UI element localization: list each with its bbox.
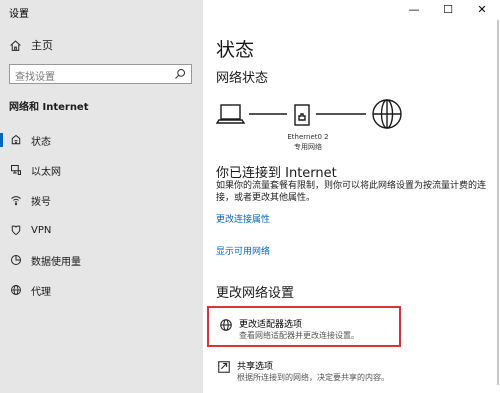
main-panel: — ☐ ✕ 状态 网络状态 Ethernet0 2 专用网络 你已连接到 Int… [203, 0, 500, 393]
sidebar-item-label: 状态 [31, 136, 51, 148]
laptop-icon [216, 104, 246, 124]
sidebar-item-dialup[interactable]: 拨号 [0, 189, 203, 211]
adapter-label: Ethernet0 2 专用网络 [286, 132, 330, 152]
sidebar-home[interactable]: 主页 [9, 36, 53, 54]
ethernet-port-icon [294, 104, 310, 126]
data-usage-icon [10, 254, 22, 266]
sidebar-item-status[interactable]: 状态 [0, 129, 203, 151]
show-networks-link[interactable]: 显示可用网络 [216, 244, 270, 257]
search-box[interactable] [9, 64, 192, 87]
option-title: 共享选项 [237, 362, 274, 372]
sidebar-item-label: 拨号 [31, 196, 51, 208]
sidebar-item-label: 以太网 [31, 166, 61, 178]
minimize-button[interactable]: — [397, 0, 431, 18]
home-wifi-icon [10, 134, 22, 146]
sharing-icon [218, 361, 230, 373]
scrollbar[interactable] [497, 20, 499, 385]
globe-icon [10, 284, 22, 296]
close-button[interactable]: ✕ [465, 0, 499, 18]
connected-title: 你已连接到 Internet [216, 166, 337, 181]
vpn-icon [10, 224, 22, 236]
option-description: 查看网络适配器并更改连接设置。 [239, 331, 359, 340]
maximize-button[interactable]: ☐ [431, 0, 465, 18]
globe-icon [372, 99, 402, 129]
network-status-title: 网络状态 [216, 71, 269, 86]
home-icon [10, 39, 21, 51]
sidebar-item-label: 代理 [31, 286, 51, 298]
adapter-globe-icon [220, 319, 232, 331]
connection-description: 如果你的流量套餐有限制，则你可以将此网络设置为按流量计费的连接，或者更改其他属性… [216, 181, 487, 203]
sidebar-item-data-usage[interactable]: 数据使用量 [0, 249, 203, 271]
network-type: 专用网络 [294, 143, 322, 151]
monitor-network-icon [10, 164, 22, 176]
dialup-icon [10, 194, 22, 206]
sharing-options-item[interactable]: 共享选项 根据所连接到的网络，决定要共享的内容。 [207, 350, 401, 391]
sidebar-home-label: 主页 [31, 39, 53, 52]
window-title: 设置 [9, 9, 29, 20]
sidebar-item-vpn[interactable]: VPN [0, 219, 203, 241]
adapter-name: Ethernet0 2 [287, 133, 329, 141]
section-label: 网络和 Internet [9, 102, 89, 113]
change-settings-title: 更改网络设置 [216, 286, 295, 301]
option-description: 根据所连接到的网络，决定要共享的内容。 [237, 373, 389, 382]
sidebar-item-label: 数据使用量 [31, 256, 81, 268]
sidebar-item-label: VPN [31, 224, 52, 236]
sidebar: 设置 主页 网络和 Internet 状态 以太网 拨号 VP [0, 0, 203, 393]
sidebar-item-proxy[interactable]: 代理 [0, 279, 203, 301]
option-title: 更改适配器选项 [239, 320, 303, 330]
search-input[interactable] [10, 68, 160, 87]
sidebar-item-ethernet[interactable]: 以太网 [0, 159, 203, 181]
adapter-options-item[interactable]: 更改适配器选项 查看网络适配器并更改连接设置。 [207, 306, 401, 347]
search-icon[interactable] [174, 68, 186, 80]
change-properties-link[interactable]: 更改连接属性 [216, 212, 270, 225]
page-title: 状态 [216, 39, 255, 61]
